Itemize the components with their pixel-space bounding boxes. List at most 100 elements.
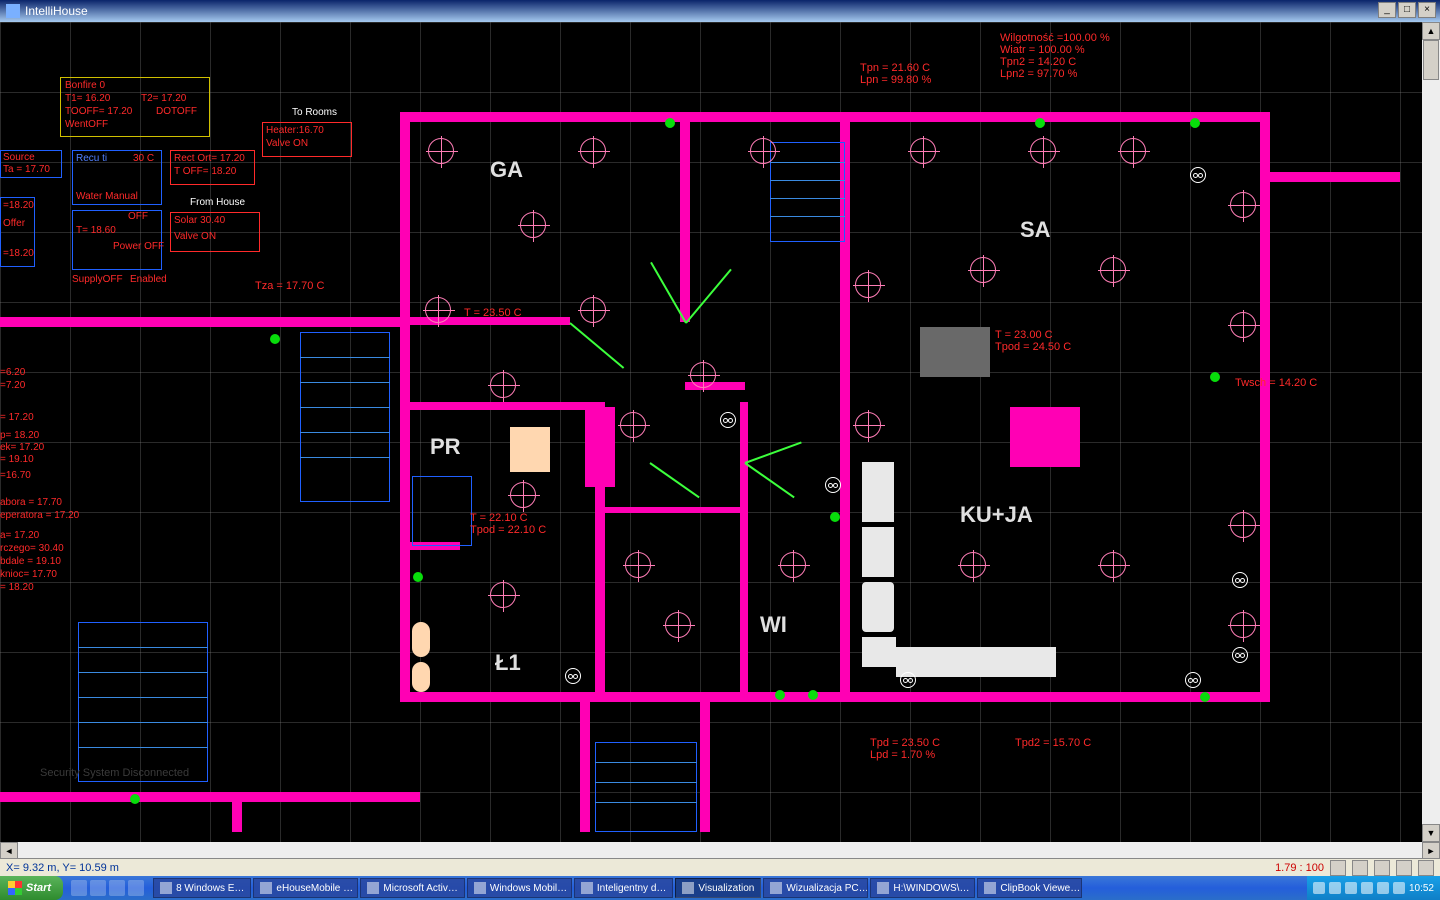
side06: =16.70 (0, 470, 31, 481)
readout-lpd: Lpd = 1.70 % (870, 749, 935, 761)
panel-bonfire[interactable]: Bonfire 0 T1= 16.20 T2= 17.20 TOOFF= 17.… (60, 77, 210, 137)
app-icon (6, 4, 20, 18)
room-label-sa: SA (1020, 217, 1051, 243)
task-item[interactable]: eHouseMobile … (253, 878, 358, 898)
readout-lpn: Lpn = 99.80 % (860, 74, 931, 86)
minimize-button[interactable]: _ (1378, 2, 1396, 18)
task-item[interactable]: Microsoft Activ… (360, 878, 464, 898)
readout-t-ga: T = 23.50 C (464, 307, 522, 319)
ql-ie-icon[interactable] (71, 880, 87, 896)
panel-rect[interactable]: Rect Ort= 17.20 T OFF= 18.20 (170, 150, 255, 185)
tray-icon[interactable] (1345, 882, 1357, 894)
readout-tpd2: Tpd2 = 15.70 C (1015, 737, 1091, 749)
side02: =7.20 (0, 380, 25, 391)
lbl-went: WentOFF (65, 119, 108, 130)
toolbtn-hand-icon[interactable] (1330, 860, 1346, 876)
panel-heater[interactable]: Heater:16.70 Valve ON (262, 122, 352, 157)
close-button[interactable]: × (1418, 2, 1436, 18)
tray-icon[interactable] (1393, 882, 1405, 894)
app-icon (984, 882, 996, 894)
readout-wilg: Wilgotność =100.00 % (1000, 32, 1110, 44)
ql-chevron-icon[interactable] (128, 880, 144, 896)
folder-icon (160, 882, 172, 894)
lbl-so2: =18.20 (3, 248, 34, 259)
app-icon (581, 882, 593, 894)
panel-so[interactable]: =18.20 Offer =18.20 (0, 197, 35, 267)
panel-source[interactable]: Source Ta = 17.70 (0, 150, 62, 178)
toolbtn-zoom-window-icon[interactable] (1396, 860, 1412, 876)
floorplan-canvas[interactable]: GA SA PR Ł1 WI KU+JA Tza = 17.70 C T = 2… (0, 22, 1422, 842)
taskbar: Start 8 Windows E… eHouseMobile … Micros… (0, 876, 1440, 900)
readout-wiatr: Wiatr = 100.00 % (1000, 44, 1085, 56)
scroll-down-icon[interactable]: ▼ (1422, 824, 1440, 842)
readout-tpn2: Tpn2 = 14.20 C (1000, 56, 1076, 68)
side04: p= 18.20 (0, 430, 39, 441)
toolbtn-extents-icon[interactable] (1418, 860, 1434, 876)
task-label: H:\WINDOWS\… (893, 883, 969, 894)
window-title: IntelliHouse (25, 0, 88, 22)
panel-solar[interactable]: Solar 30.40 Valve ON (170, 212, 260, 252)
start-label: Start (26, 882, 51, 894)
side08: eperatora = 17.20 (0, 510, 79, 521)
toolbtn-zoom-fit-icon[interactable] (1352, 860, 1368, 876)
scroll-up-icon[interactable]: ▲ (1422, 22, 1440, 40)
task-label: eHouseMobile … (276, 883, 353, 894)
grid-overlay (0, 22, 1422, 842)
task-item[interactable]: 8 Windows E… (153, 878, 251, 898)
panel-t1860[interactable]: OFF T= 18.60 Power OFF (72, 210, 162, 270)
tray-clock[interactable]: 10:52 (1409, 883, 1434, 894)
panel-recu[interactable]: Recu ti 30 C Water Manual (72, 150, 162, 205)
ql-mail-icon[interactable] (90, 880, 106, 896)
readout-lpn2: Lpn2 = 97.70 % (1000, 68, 1077, 80)
scroll-thumb[interactable] (1423, 40, 1439, 80)
task-label: Visualization (698, 883, 754, 894)
lbl-t1860: T= 18.60 (76, 225, 116, 236)
quick-launch (63, 880, 152, 896)
readout-t-sa2: Tpod = 24.50 C (995, 341, 1071, 353)
side05: = 19.10 (0, 454, 34, 465)
task-label: 8 Windows E… (176, 883, 244, 894)
tray-icon[interactable] (1361, 882, 1373, 894)
tray-icon[interactable] (1313, 882, 1325, 894)
task-item[interactable]: Wizualizacja PC… (763, 878, 868, 898)
readout-t-pr2: Tpod = 22.10 C (470, 524, 546, 536)
security-status: Security System Disconnected (40, 767, 189, 779)
system-tray: 10:52 (1307, 876, 1440, 900)
lbl-valve2: Valve ON (174, 231, 216, 242)
tray-icon[interactable] (1377, 882, 1389, 894)
task-item[interactable]: ClipBook Viewe… (977, 878, 1082, 898)
lbl-poweroff: Power OFF (113, 241, 164, 252)
vertical-scrollbar[interactable]: ▲ ▼ (1422, 22, 1440, 842)
status-scale: 1.79 : 100 (1275, 862, 1324, 874)
lbl-recu: Recu ti (76, 153, 107, 164)
lbl-toff2: T OFF= 18.20 (174, 166, 236, 177)
task-item-active[interactable]: Visualization (675, 878, 761, 898)
room-label-ga: GA (490, 157, 523, 183)
lbl-dotoff: DOTOFF (156, 106, 197, 117)
window-titlebar: IntelliHouse _ □ × (0, 0, 1440, 22)
task-item[interactable]: Inteligentny d… (574, 878, 674, 898)
room-label-pr: PR (430, 434, 461, 460)
toolbtn-zoom-actual-icon[interactable] (1374, 860, 1390, 876)
readout-tpn: Tpn = 21.60 C (860, 62, 930, 74)
readout-tpd: Tpd = 23.50 C (870, 737, 940, 749)
ql-desktop-icon[interactable] (109, 880, 125, 896)
task-item[interactable]: H:\WINDOWS\… (870, 878, 975, 898)
task-item[interactable]: Windows Mobil… (467, 878, 572, 898)
task-label: Inteligentny d… (597, 883, 667, 894)
app-icon (367, 882, 379, 894)
side07: abora = 17.70 (0, 497, 62, 508)
start-button[interactable]: Start (0, 876, 63, 900)
lbl-source: Source (3, 152, 35, 163)
readout-t-sa1: T = 23.00 C (995, 329, 1053, 341)
app-icon (770, 882, 782, 894)
status-coords: X= 9.32 m, Y= 10.59 m (6, 862, 119, 874)
lbl-from-house: From House (190, 197, 245, 208)
maximize-button[interactable]: □ (1398, 2, 1416, 18)
lbl-bonfire: Bonfire 0 (65, 80, 105, 91)
lbl-solar: Solar 30.40 (174, 215, 225, 226)
lbl-enabled: Enabled (130, 274, 167, 285)
tray-icon[interactable] (1329, 882, 1341, 894)
side10: rczego= 30.40 (0, 543, 64, 554)
lbl-recumid: 30 C (133, 153, 154, 164)
